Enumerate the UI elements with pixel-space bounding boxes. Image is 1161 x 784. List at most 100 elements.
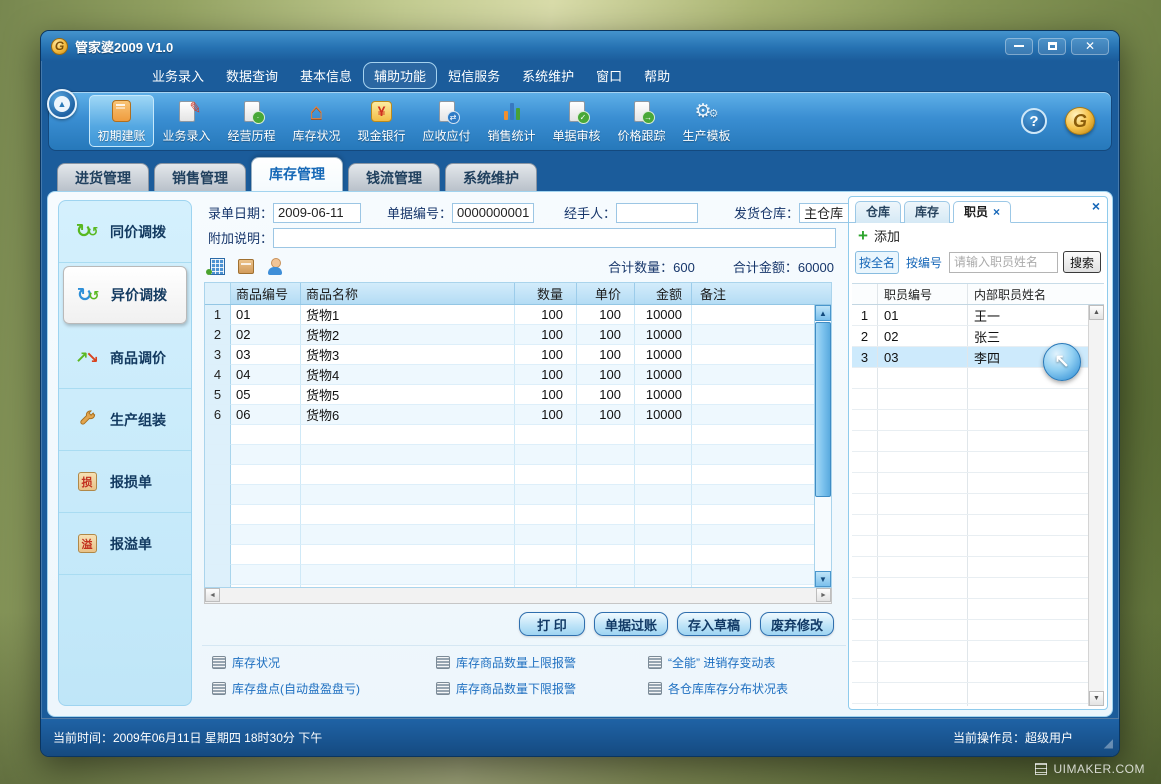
employee-row[interactable]: 101王一 — [852, 305, 1088, 326]
tab-warehouse[interactable]: 仓库 — [855, 201, 901, 223]
sidebar-item-same-price-transfer[interactable]: ↻↺ 同价调拨 — [59, 201, 191, 263]
empty-row — [852, 641, 1088, 662]
tab-stock[interactable]: 库存 — [904, 201, 950, 223]
cursor-pointer-icon: ↖ — [1043, 343, 1081, 381]
save-draft-button[interactable]: 存入草稿 — [677, 612, 751, 636]
toolbar-item-doc-audit[interactable]: ✓ 单据审核 — [544, 95, 609, 147]
post-button[interactable]: 单据过账 — [594, 612, 668, 636]
toolbar-item-business-entry[interactable]: ✎ 业务录入 — [154, 95, 219, 147]
menu-item-aux-functions[interactable]: 辅助功能 — [363, 62, 437, 89]
discard-button[interactable]: 废弃修改 — [760, 612, 834, 636]
toolbar-item-sales-stats[interactable]: 销售统计 — [479, 95, 544, 147]
sidebar-item-loss-report[interactable]: 损 报损单 — [59, 451, 191, 513]
sidebar-item-price-adjust[interactable]: ↗↘ 商品调价 — [59, 327, 191, 389]
note-input[interactable] — [273, 228, 836, 248]
link-stock-upper-limit-alert[interactable]: 库存商品数量上限报警 — [436, 654, 648, 671]
add-row[interactable]: + 添加 — [849, 223, 1107, 248]
toolbar-item-production-template[interactable]: ⚙⚙ 生产模板 — [674, 95, 739, 147]
filter-by-name[interactable]: 按全名 — [855, 251, 899, 274]
toolbar-item-receivable-payable[interactable]: ⇄ 应收应付 — [414, 95, 479, 147]
col-header-price[interactable]: 单价 — [577, 283, 635, 304]
table-row[interactable]: 505货物510010010000 — [205, 385, 814, 405]
table-row[interactable]: 303货物310010010000 — [205, 345, 814, 365]
toolbar-item-stock-status[interactable]: ⌂ 库存状况 — [284, 95, 349, 147]
table-row[interactable]: 606货物610010010000 — [205, 405, 814, 425]
toolbar-item-initial-setup[interactable]: 初期建账 — [89, 95, 154, 147]
empty-row — [852, 536, 1088, 557]
search-button[interactable]: 搜索 — [1063, 251, 1101, 273]
print-button[interactable]: 打 印 — [519, 612, 585, 636]
col-header-name[interactable]: 商品名称 — [301, 283, 515, 304]
help-button[interactable]: ? — [1021, 108, 1047, 134]
employee-scrollbar[interactable]: ▲ ▼ — [1088, 305, 1104, 706]
close-button[interactable]: ✕ — [1071, 38, 1109, 55]
handler-label: 经手人： — [564, 203, 616, 222]
sidebar-item-production-assembly[interactable]: 生产组装 — [59, 389, 191, 451]
table-row[interactable]: 202货物210010010000 — [205, 325, 814, 345]
title-bar: G 管家婆2009 V1.0 ✕ — [41, 31, 1119, 61]
menu-item-help[interactable]: 帮助 — [633, 62, 681, 89]
menu-item-system-maintenance[interactable]: 系统维护 — [511, 62, 585, 89]
toolbar-item-business-history[interactable]: · 经营历程 — [219, 95, 284, 147]
doc-arrows-icon: ⇄ — [433, 98, 461, 124]
toolbar-item-price-tracking[interactable]: → 价格跟踪 — [609, 95, 674, 147]
menu-item-basic-info[interactable]: 基本信息 — [289, 62, 363, 89]
employee-search-input[interactable] — [949, 252, 1058, 273]
link-warehouse-distribution-report[interactable]: 各仓库库存分布状况表 — [648, 680, 846, 697]
filter-by-code[interactable]: 按编号 — [904, 252, 944, 273]
goods-picker-icon[interactable] — [238, 259, 254, 274]
yen-icon: ¥ — [368, 98, 396, 124]
scroll-right-icon[interactable]: ► — [816, 588, 831, 602]
employee-picker-icon[interactable] — [267, 258, 283, 275]
link-almighty-flow-report[interactable]: “全能” 进销存变动表 — [648, 654, 846, 671]
date-input[interactable] — [273, 203, 361, 223]
horizontal-scrollbar[interactable]: ◄ ► — [204, 588, 832, 604]
scrollbar-thumb[interactable] — [815, 322, 831, 497]
scroll-down-icon[interactable]: ▼ — [1089, 691, 1104, 706]
col-header-qty[interactable]: 数量 — [515, 283, 577, 304]
maximize-button[interactable] — [1038, 38, 1066, 55]
col-header-remark[interactable]: 备注 — [692, 283, 831, 304]
resize-grip[interactable]: ◢ — [1104, 736, 1113, 750]
vertical-scrollbar[interactable]: ▲ ▼ — [814, 305, 831, 587]
scroll-up-icon[interactable]: ▲ — [815, 305, 831, 321]
menu-item-sms-service[interactable]: 短信服务 — [437, 62, 511, 89]
sidebar-item-diff-price-transfer[interactable]: ↻↺ 异价调拨 — [63, 266, 187, 324]
empty-row — [205, 485, 814, 505]
link-stock-lower-limit-alert[interactable]: 库存商品数量下限报警 — [436, 680, 648, 697]
toolbar-item-cash-bank[interactable]: ¥ 现金银行 — [349, 95, 414, 147]
tab-employee[interactable]: 职员× — [953, 201, 1011, 223]
menu-item-data-query[interactable]: 数据查询 — [215, 62, 289, 89]
table-row[interactable]: 101货物110010010000 — [205, 305, 814, 325]
scroll-up-icon[interactable]: ▲ — [1089, 305, 1104, 320]
loss-seal-icon: 损 — [74, 472, 100, 491]
toolbar-collapse-button[interactable]: ▲ — [47, 89, 77, 119]
wallet-icon — [108, 98, 136, 124]
col-header-amount[interactable]: 金额 — [635, 283, 692, 304]
tab-inventory-management[interactable]: 库存管理 — [251, 157, 343, 191]
tab-purchase-management[interactable]: 进货管理 — [57, 163, 149, 191]
tab-sales-management[interactable]: 销售管理 — [154, 163, 246, 191]
scroll-left-icon[interactable]: ◄ — [205, 588, 220, 602]
link-stock-taking[interactable]: 库存盘点(自动盘盈盘亏) — [212, 680, 436, 697]
tab-cashflow-management[interactable]: 钱流管理 — [348, 163, 440, 191]
panel-close-icon[interactable]: × — [1092, 199, 1100, 213]
tab-close-icon[interactable]: × — [993, 205, 1000, 219]
warehouse-picker-icon[interactable] — [210, 258, 225, 275]
scroll-down-icon[interactable]: ▼ — [815, 571, 831, 587]
menu-item-business-entry[interactable]: 业务录入 — [141, 62, 215, 89]
tab-system-maintenance[interactable]: 系统维护 — [445, 163, 537, 191]
link-stock-status[interactable]: 库存状况 — [212, 654, 436, 671]
doc-no-input[interactable] — [452, 203, 534, 223]
minimize-button[interactable] — [1005, 38, 1033, 55]
col-header-emp-name[interactable]: 内部职员姓名 — [968, 284, 1104, 304]
employee-row[interactable]: 202张三 — [852, 326, 1088, 347]
handler-input[interactable] — [616, 203, 698, 223]
sidebar-item-surplus-report[interactable]: 溢 报溢单 — [59, 513, 191, 575]
col-header-code[interactable]: 商品编号 — [231, 283, 301, 304]
menu-item-window[interactable]: 窗口 — [585, 62, 633, 89]
col-header-emp-code[interactable]: 职员编号 — [878, 284, 968, 304]
table-row[interactable]: 404货物410010010000 — [205, 365, 814, 385]
items-table-body: 101货物110010010000 202货物210010010000 303货… — [205, 305, 814, 587]
empty-row — [852, 662, 1088, 683]
